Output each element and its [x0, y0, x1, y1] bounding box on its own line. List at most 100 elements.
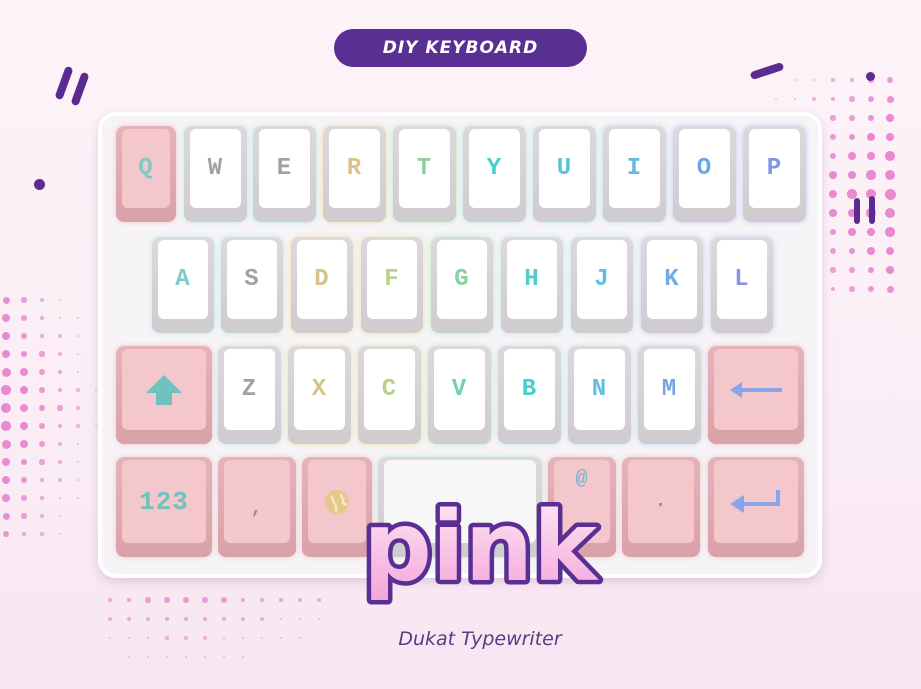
key-i-label: I	[609, 129, 660, 208]
key-w[interactable]: W	[184, 126, 247, 222]
decorative-dot	[183, 597, 189, 603]
decorative-dot	[58, 298, 62, 302]
decorative-dot	[77, 335, 79, 337]
decorative-dot	[866, 151, 876, 161]
decorative-dot	[20, 440, 28, 448]
decorative-dot	[280, 637, 282, 639]
decorative-dot	[2, 314, 10, 322]
decorative-dot	[847, 170, 857, 180]
decorative-dot	[202, 597, 208, 603]
decorative-dot	[34, 179, 45, 190]
decorative-dot	[849, 286, 855, 292]
key-backspace[interactable]	[708, 346, 804, 444]
key-e[interactable]: E	[253, 126, 316, 222]
decorative-dot	[1, 457, 11, 467]
key-i[interactable]: I	[603, 126, 666, 222]
key-numbers[interactable]: 123	[116, 457, 212, 557]
decorative-dot	[39, 351, 45, 357]
decorative-dot	[39, 477, 45, 483]
decorative-dot	[866, 227, 876, 237]
key-m[interactable]: M	[638, 346, 701, 444]
key-x[interactable]: X	[288, 346, 351, 444]
decorative-dot	[867, 95, 875, 103]
key-b[interactable]: B	[498, 346, 561, 444]
decorative-dot	[260, 617, 264, 621]
key-k[interactable]: K	[641, 237, 703, 333]
decorative-dot	[58, 496, 62, 500]
pink-word: pink	[363, 491, 599, 603]
decorative-dot	[165, 636, 169, 640]
decorative-dot	[848, 228, 856, 236]
key-q[interactable]: Q	[116, 126, 176, 222]
decorative-dot	[39, 441, 45, 447]
key-r[interactable]: R	[323, 126, 386, 222]
key-h[interactable]: H	[501, 237, 563, 333]
decorative-dot	[21, 315, 27, 321]
decorative-dot	[221, 597, 227, 603]
decorative-dot	[95, 425, 97, 427]
key-p-label: P	[749, 129, 800, 208]
decorative-dot	[38, 404, 46, 412]
decorative-dot	[20, 422, 28, 430]
decorative-dot	[57, 405, 63, 411]
key-l[interactable]: L	[711, 237, 773, 333]
key-v[interactable]: V	[428, 346, 491, 444]
key-a[interactable]: A	[152, 237, 214, 333]
key-x-label: X	[294, 349, 345, 430]
key-z[interactable]: Z	[218, 346, 281, 444]
decorative-dot	[21, 531, 27, 537]
decorative-dot	[222, 617, 226, 621]
decorative-dot	[848, 247, 856, 255]
decorative-dot	[20, 476, 28, 484]
decorative-dot	[867, 114, 875, 122]
decorative-dot	[848, 152, 856, 160]
key-enter[interactable]	[708, 457, 804, 557]
key-period-label: .	[628, 460, 694, 543]
decorative-dot	[884, 207, 896, 219]
decorative-dot	[126, 597, 132, 603]
key-s[interactable]: S	[221, 237, 283, 333]
decorative-dot	[830, 286, 836, 292]
key-shift[interactable]	[116, 346, 212, 444]
key-comma[interactable]: ,	[218, 457, 296, 557]
key-n-label: N	[574, 349, 625, 430]
decorative-dot	[40, 514, 44, 518]
key-o[interactable]: O	[673, 126, 736, 222]
decorative-dot	[884, 188, 896, 200]
decorative-stroke	[70, 71, 90, 107]
key-n[interactable]: N	[568, 346, 631, 444]
decorative-dot	[128, 656, 130, 658]
key-g[interactable]: G	[431, 237, 493, 333]
decorative-dot	[1, 349, 11, 359]
key-u[interactable]: U	[533, 126, 596, 222]
decorative-dot	[2, 494, 10, 502]
key-j[interactable]: J	[571, 237, 633, 333]
decorative-dot	[127, 636, 131, 640]
key-k-label: K	[647, 240, 697, 319]
decorative-dot	[184, 636, 188, 640]
decorative-dot	[830, 96, 836, 102]
decorative-dot	[848, 133, 856, 141]
key-c[interactable]: C	[358, 346, 421, 444]
key-d[interactable]: D	[291, 237, 353, 333]
decorative-dot	[21, 513, 27, 519]
decorative-dot	[828, 189, 838, 199]
key-f[interactable]: F	[361, 237, 423, 333]
key-t[interactable]: T	[393, 126, 456, 222]
decorative-dot	[1, 367, 11, 377]
key-y[interactable]: Y	[463, 126, 526, 222]
decorative-dot	[39, 333, 45, 339]
decorative-dot	[2, 512, 10, 520]
decorative-dot	[58, 514, 62, 518]
key-p[interactable]: P	[743, 126, 806, 222]
decorative-stroke	[749, 61, 785, 81]
key-o-label: O	[679, 129, 730, 208]
decorative-dot	[38, 386, 46, 394]
enter-key-cap	[714, 460, 798, 543]
decorative-dot	[884, 169, 896, 181]
pink-wordmark: pink	[359, 488, 604, 608]
key-s-label: S	[227, 240, 277, 319]
key-period[interactable]: .	[622, 457, 700, 557]
decorative-dot	[830, 115, 836, 121]
decorative-dot	[95, 443, 97, 445]
